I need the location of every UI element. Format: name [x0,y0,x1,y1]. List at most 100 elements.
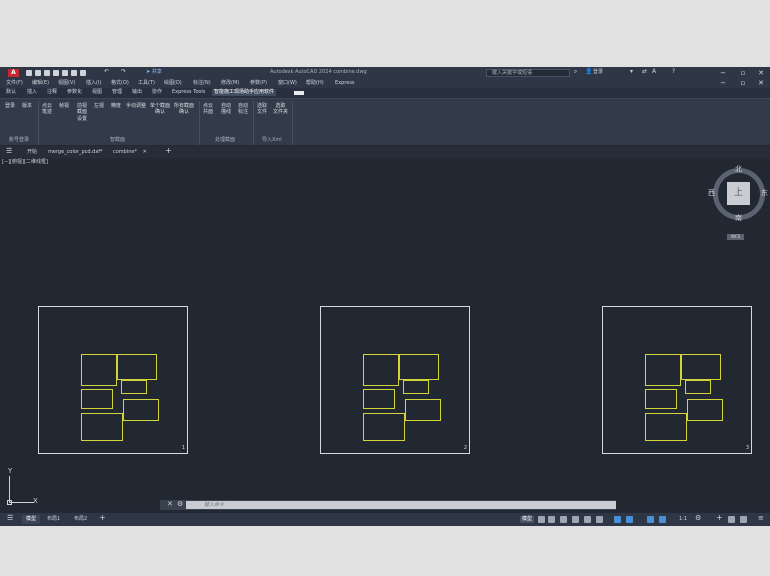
annotation-scale-icon[interactable] [647,516,654,523]
search-input[interactable]: 键入关键字或短语 [492,71,532,76]
menu-dimension[interactable]: 标注(N) [193,81,211,86]
doc-minimize-button[interactable]: − [718,79,728,87]
menu-draw[interactable]: 绘图(D) [164,81,182,86]
menu-express[interactable]: Express [335,81,355,86]
redo-icon[interactable]: ↷ [121,69,126,75]
new-icon[interactable] [26,70,32,76]
tab-merge-color-pcd[interactable]: merge_color_pcd.dxf* [45,148,106,157]
annotation-visibility-icon[interactable] [659,516,666,523]
all-sections-confirm-button[interactable]: 所有截面 确认 [174,103,194,116]
open-icon[interactable] [35,70,41,76]
ortho-icon[interactable] [584,516,591,523]
scale-readout[interactable]: 1:1 [679,517,687,522]
plot-icon[interactable] [71,70,77,76]
undo-icon[interactable]: ↶ [104,69,109,75]
menu-modify[interactable]: 修改(M) [221,81,239,86]
dyn-input-icon[interactable] [572,516,579,523]
menu-insert[interactable]: 插入(I) [86,81,101,86]
pointcloud-trace-button[interactable]: 点云 笔迹 [42,103,52,116]
model-space-indicator[interactable]: 模型 [520,516,535,523]
viewcube-east[interactable]: 东 [761,190,768,197]
grid-icon[interactable] [538,516,545,523]
wcs-menu[interactable]: WCS [727,234,745,240]
maximize-button[interactable]: ▫ [738,69,748,77]
tab-layout2[interactable]: 布局2 [74,517,87,522]
print-icon[interactable] [80,70,86,76]
tab-insert[interactable]: 插入 [27,90,37,95]
search-icon[interactable]: ⌕ [574,69,577,75]
menu-help[interactable]: 帮助(H) [306,81,324,86]
precision-button[interactable]: 精度 [111,103,121,109]
viewcube-north[interactable]: 北 [735,166,742,173]
user-icon[interactable]: 👤 [585,69,592,75]
tab-start[interactable]: 开始 [24,148,40,157]
infer-icon[interactable] [560,516,567,523]
login-button[interactable]: 登录 [5,103,15,109]
settings-gear-icon[interactable]: ⚙ [695,515,701,522]
tab-view[interactable]: 视图 [92,90,102,95]
tab-model[interactable]: 模型 [22,515,41,524]
frame-view-button[interactable]: 帧视 [59,103,69,109]
share-button[interactable]: ➤ 共享 [146,70,162,75]
tab-express-tools[interactable]: Express Tools [172,90,205,95]
autodesk-icon[interactable]: A [652,69,656,75]
tab-close-icon[interactable]: ✕ [143,149,147,155]
auto-trace-button[interactable]: 自动 描线 [221,103,231,116]
save-icon[interactable] [44,70,50,76]
menu-tools[interactable]: 工具(T) [138,81,155,86]
tab-combine[interactable]: combine* ✕ [110,148,150,157]
viewcube-top-face[interactable]: 上 [727,182,750,205]
tab-collaborate[interactable]: 协作 [152,90,162,95]
menu-edit[interactable]: 编辑(E) [32,81,49,86]
auto-annotate-button[interactable]: 自动 标注 [238,103,248,116]
menu-view[interactable]: 视图(V) [58,81,75,86]
manual-adjust-button[interactable]: 手动调整 [126,103,146,109]
viewcube-south[interactable]: 南 [735,215,742,222]
pointcloud-coplanar-button[interactable]: 点云 共面 [203,103,213,116]
select-file-button[interactable]: 选取 文件 [257,103,267,116]
command-input[interactable]: 键入命令 [186,501,616,509]
single-section-confirm-button[interactable]: 单个截面 确认 [150,103,170,116]
add-layout-plus-icon[interactable]: + [99,514,106,522]
tab-layout1[interactable]: 布局1 [47,517,60,522]
hamburger-icon[interactable]: ☰ [6,148,12,155]
drawing-canvas[interactable]: [−][俯视][二维线框] 上 北 南 东 西 WCS 1 2 3 Y X [0,158,770,509]
doc-close-button[interactable]: ✕ [756,79,766,87]
menu-file[interactable]: 文件(F) [6,81,23,86]
menu-window[interactable]: 窗口(W) [278,81,297,86]
polar-icon[interactable] [596,516,603,523]
web-save-icon[interactable] [62,70,68,76]
command-close-icon[interactable]: ✕ [167,501,173,508]
exchange-icon[interactable]: ⇄ [642,69,647,75]
menu-parametric[interactable]: 参数(P) [250,81,267,86]
cart-icon[interactable]: ▾ [630,69,633,75]
workspace-icon[interactable] [728,516,735,523]
customize-icon[interactable]: ≡ [758,515,764,522]
new-tab-plus-icon[interactable]: + [165,147,172,155]
help-icon[interactable]: ? [672,69,675,75]
select-folder-button[interactable]: 选取 文件夹 [273,103,288,116]
doc-restore-button[interactable]: ▫ [738,79,748,87]
tab-parametric[interactable]: 参数化 [67,90,82,95]
osnap-track-icon[interactable] [614,516,621,523]
snap-icon[interactable] [548,516,555,523]
tab-default[interactable]: 默认 [6,90,16,95]
layout-menu-icon[interactable]: ☰ [7,515,13,522]
save-as-icon[interactable] [53,70,59,76]
viewport-controls[interactable]: [−][俯视][二维线框] [2,160,48,165]
isolate-icon[interactable] [740,516,747,523]
front-section-button[interactable]: 前视 截面 设置 [77,103,87,122]
osnap-icon[interactable] [626,516,633,523]
drawing-sheet[interactable]: 3 [602,306,752,454]
sign-in-link[interactable]: 登录 [593,70,603,75]
autocad-logo[interactable]: A [8,69,19,77]
version-button[interactable]: 版本 [22,103,32,109]
viewcube-west[interactable]: 西 [708,190,715,197]
plus-icon[interactable]: + [716,514,723,522]
command-settings-icon[interactable]: ⚙ [177,501,183,508]
drawing-sheet[interactable]: 2 [320,306,470,454]
menu-format[interactable]: 格式(O) [111,81,129,86]
left-view-button[interactable]: 左视 [94,103,104,109]
minimize-button[interactable]: − [718,69,728,77]
tab-manage[interactable]: 管理 [112,90,122,95]
